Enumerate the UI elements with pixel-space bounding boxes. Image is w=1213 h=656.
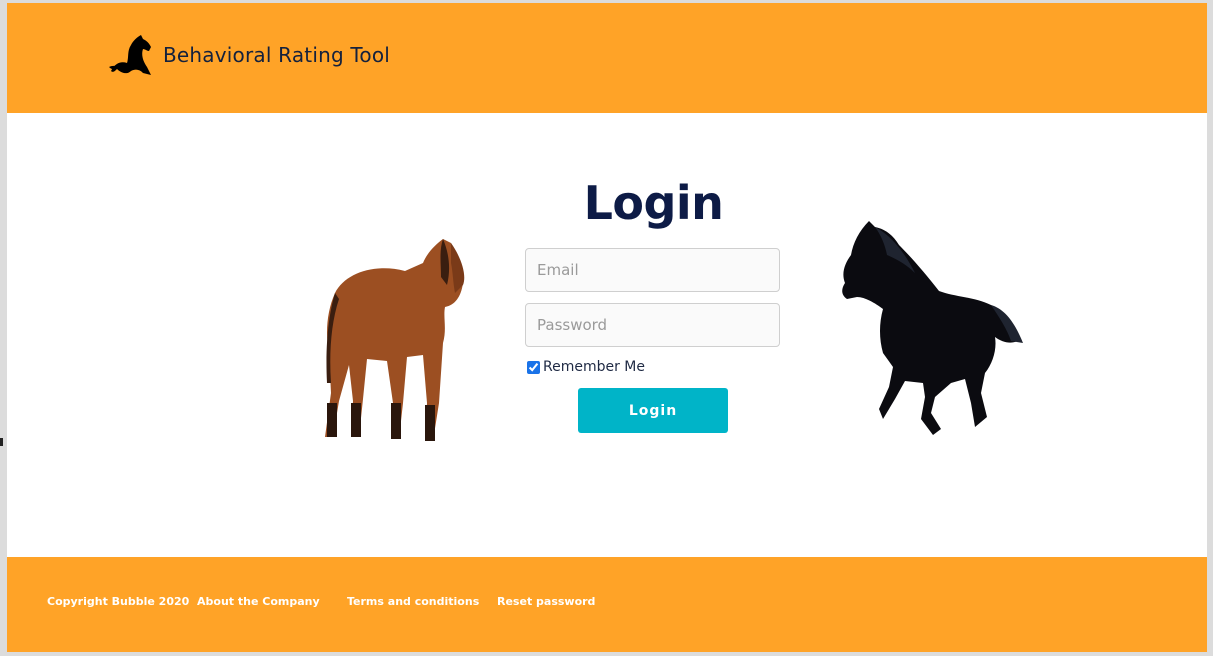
horse-silhouette-icon	[109, 35, 151, 75]
copyright-text: Copyright Bubble 2020	[47, 595, 190, 608]
app-title: Behavioral Rating Tool	[163, 43, 391, 67]
login-button[interactable]: Login	[578, 388, 728, 433]
browser-viewport: Behavioral Rating Tool Login Remember Me	[0, 0, 1213, 656]
footer: Copyright Bubble 2020 About the Company …	[7, 557, 1207, 652]
about-company-link[interactable]: About the Company	[197, 595, 320, 608]
remember-me-label: Remember Me	[543, 359, 645, 375]
edge-marker	[0, 438, 3, 446]
terms-link[interactable]: Terms and conditions	[347, 595, 479, 608]
header: Behavioral Rating Tool	[7, 3, 1207, 113]
login-title: Login	[583, 176, 724, 230]
email-input[interactable]	[525, 248, 780, 292]
main-content: Login Remember Me Login	[7, 113, 1207, 557]
brand[interactable]: Behavioral Rating Tool	[107, 33, 390, 77]
brown-horse-image	[325, 239, 465, 441]
password-input[interactable]	[525, 303, 780, 347]
reset-password-link[interactable]: Reset password	[497, 595, 595, 608]
page: Behavioral Rating Tool Login Remember Me	[7, 3, 1207, 652]
remember-me[interactable]: Remember Me	[527, 359, 645, 375]
remember-me-checkbox[interactable]	[527, 360, 540, 374]
black-horse-image	[842, 221, 1023, 435]
